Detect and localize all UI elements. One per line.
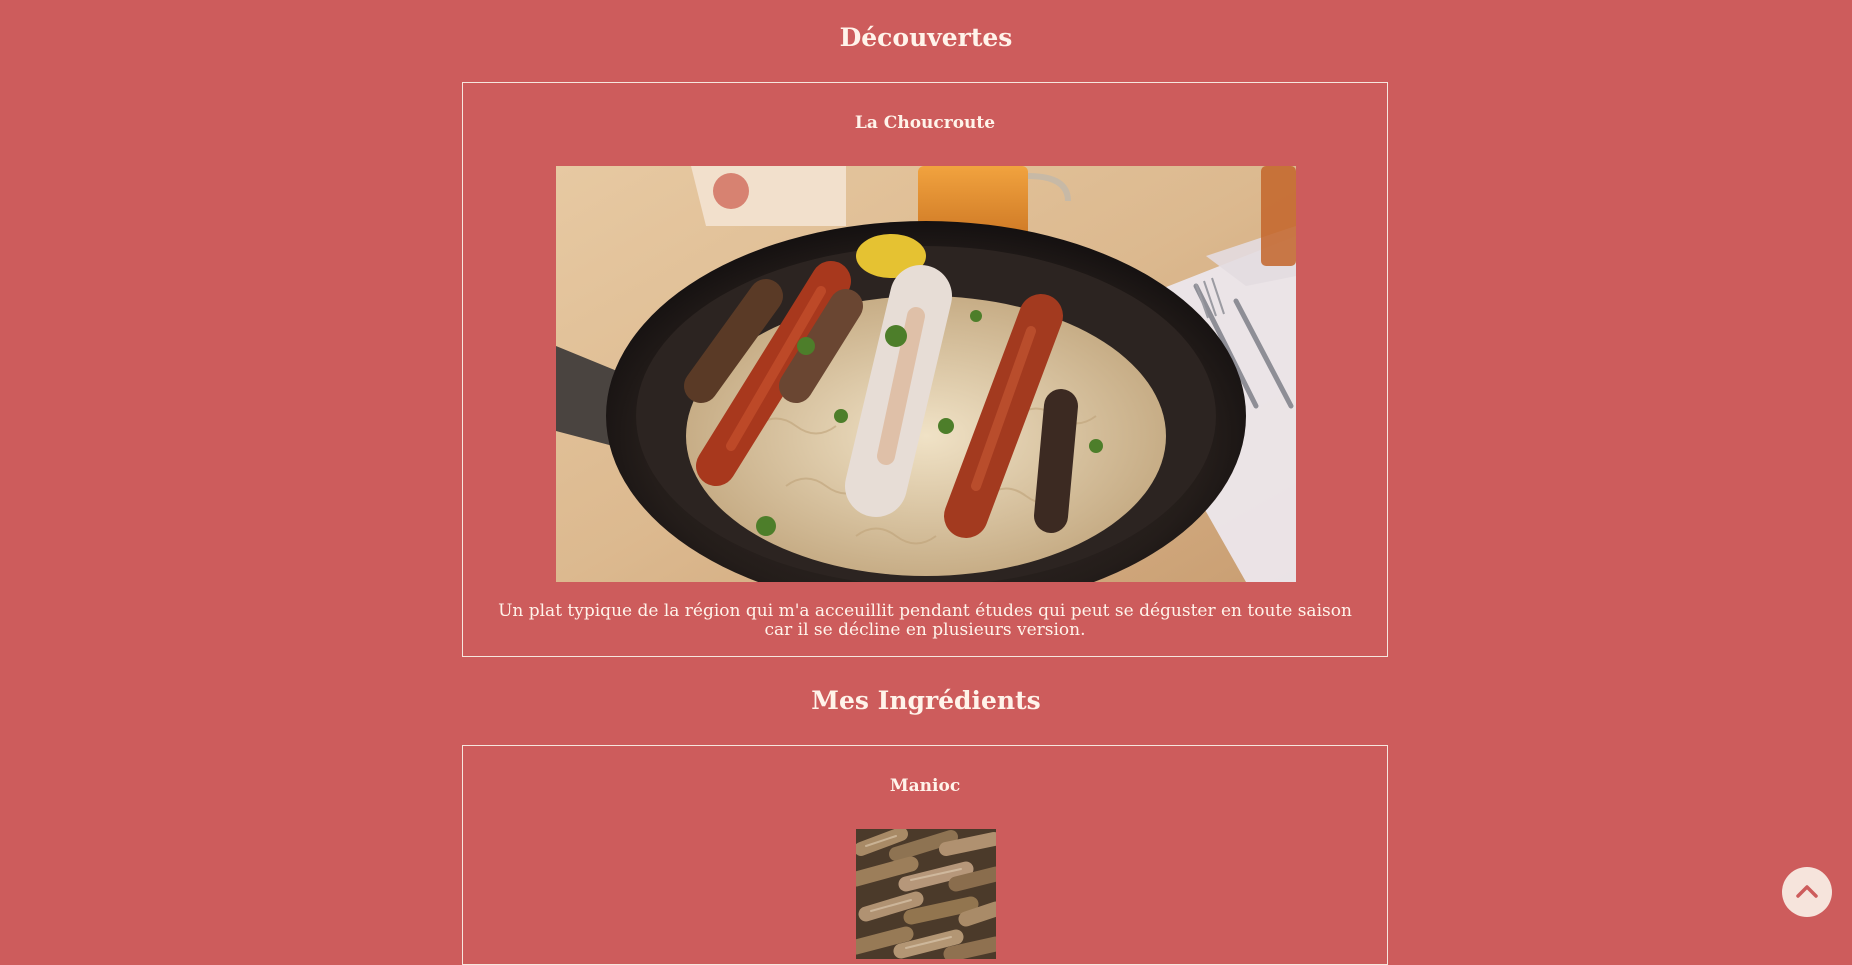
card-description-choucroute: Un plat typique de la région qui m'a acc… xyxy=(498,601,1352,640)
card-title-choucroute: La Choucroute xyxy=(854,113,996,133)
ingredient-card-manioc: Manioc xyxy=(462,745,1388,965)
manioc-photo xyxy=(856,829,996,959)
discovery-card-choucroute: La Choucroute Un plat typique de la régi… xyxy=(462,82,1388,657)
choucroute-photo xyxy=(556,166,1296,582)
scroll-to-top-button[interactable] xyxy=(1782,867,1832,917)
card-title-manioc: Manioc xyxy=(889,776,961,796)
section-title-ingredients: Mes Ingrédients xyxy=(811,686,1041,715)
chevron-up-icon xyxy=(1796,883,1818,902)
section-title-decouvertes: Découvertes xyxy=(839,23,1013,52)
